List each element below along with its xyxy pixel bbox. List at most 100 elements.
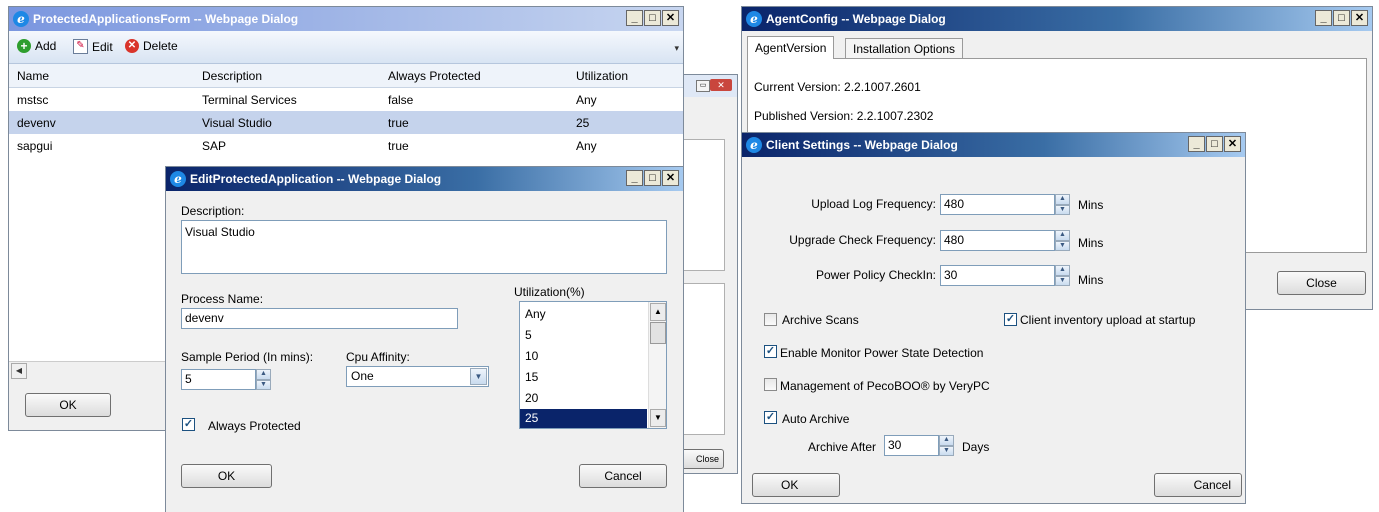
maximize-icon[interactable]: □ [1333, 10, 1350, 26]
toolbar-overflow-icon[interactable]: ▾ [674, 43, 679, 54]
toolbar: + Add ✎ Edit ✕ Delete ▾ [9, 31, 683, 64]
edit-cancel-button[interactable]: Cancel [579, 464, 667, 488]
sample-period-input[interactable]: 5 [181, 369, 256, 390]
list-item[interactable]: Any [520, 304, 653, 325]
upload-log-frequency-input[interactable]: 480 [940, 194, 1055, 215]
cell-name: mstsc [17, 92, 49, 107]
archive-after-spinner[interactable]: ▲ ▼ [939, 435, 954, 456]
list-item[interactable]: 5 [520, 325, 653, 346]
upgrade-check-frequency-input[interactable]: 480 [940, 230, 1055, 251]
client-inventory-checkbox[interactable]: ✓ [1004, 313, 1017, 326]
table-row-selected[interactable]: devenv Visual Studio true 25 [9, 111, 683, 134]
power-policy-checkin-spinner[interactable]: ▲ ▼ [1055, 265, 1070, 286]
table-row[interactable]: sapgui SAP true Any [9, 134, 683, 157]
edit-titlebar[interactable]: e EditProtectedApplication -- Webpage Di… [166, 167, 683, 191]
description-text: Visual Studio [185, 225, 255, 239]
client-cancel-button[interactable]: Cancel [1154, 473, 1242, 497]
add-button[interactable]: + Add [17, 39, 56, 53]
column-header-description[interactable]: Description [194, 64, 380, 88]
scroll-up-icon[interactable]: ▲ [650, 303, 666, 321]
background-close-icon[interactable]: ✕ [710, 79, 732, 91]
ie-icon: e [13, 11, 29, 27]
maximize-icon[interactable]: □ [644, 10, 661, 26]
minimize-icon[interactable]: _ [1188, 136, 1205, 152]
list-item[interactable]: 20 [520, 388, 653, 409]
column-header-always-protected[interactable]: Always Protected [380, 64, 568, 88]
protected-window-title: ProtectedApplicationsForm -- Webpage Dia… [33, 12, 299, 26]
add-label: Add [35, 39, 57, 53]
scroll-thumb[interactable] [650, 322, 666, 344]
table-header-row: Name Description Always Protected Utiliz… [9, 64, 683, 88]
close-icon[interactable]: ✕ [1351, 10, 1368, 26]
agent-close-button[interactable]: Close [1277, 271, 1366, 295]
upgrade-check-frequency-spinner[interactable]: ▲ ▼ [1055, 230, 1070, 251]
minimize-icon[interactable]: _ [626, 10, 643, 26]
maximize-icon[interactable]: □ [644, 170, 661, 186]
client-ok-button[interactable]: OK [752, 473, 840, 497]
agent-window-title: AgentConfig -- Webpage Dialog [766, 12, 946, 26]
description-textarea[interactable]: Visual Studio [181, 220, 667, 274]
listbox-scrollbar[interactable]: ▲ ▼ [648, 302, 666, 428]
delete-button[interactable]: ✕ Delete [125, 39, 178, 53]
archive-after-input[interactable]: 30 [884, 435, 939, 456]
list-item[interactable]: 10 [520, 346, 653, 367]
minimize-icon[interactable]: _ [1315, 10, 1332, 26]
cell-description: Terminal Services [202, 92, 297, 107]
process-name-input[interactable]: devenv [181, 308, 458, 329]
cell-description: SAP [202, 138, 227, 153]
sample-period-spinner[interactable]: ▲ ▼ [256, 369, 271, 390]
scroll-left-icon[interactable]: ◀ [11, 363, 27, 379]
always-protected-checkbox[interactable]: ✓ [182, 418, 195, 431]
archive-scans-label: Archive Scans [782, 313, 859, 327]
close-icon[interactable]: ✕ [1224, 136, 1241, 152]
table-row[interactable]: mstsc Terminal Services false Any [9, 88, 683, 112]
edit-application-dialog: e EditProtectedApplication -- Webpage Di… [165, 166, 684, 512]
chevron-down-icon[interactable]: ▼ [470, 368, 487, 385]
cell-name: devenv [17, 115, 56, 130]
enable-monitor-checkbox[interactable]: ✓ [764, 345, 777, 358]
edit-ok-button[interactable]: OK [181, 464, 272, 488]
edit-window-title: EditProtectedApplication -- Webpage Dial… [190, 172, 442, 186]
published-version: Published Version: 2.2.1007.2302 [754, 109, 934, 123]
utilization-label: Utilization(%) [514, 285, 585, 299]
client-titlebar[interactable]: e Client Settings -- Webpage Dialog _ □ … [742, 133, 1245, 157]
cell-always-protected: true [388, 138, 409, 153]
cpu-affinity-value: One [351, 369, 374, 383]
list-item[interactable]: 15 [520, 367, 653, 388]
client-window-title: Client Settings -- Webpage Dialog [766, 138, 958, 152]
cpu-affinity-select[interactable]: One ▼ [346, 366, 489, 387]
list-item-selected[interactable]: 25 [520, 409, 647, 428]
cell-name: sapgui [17, 138, 53, 153]
cell-utilization: Any [576, 92, 597, 107]
sample-period-label: Sample Period (In mins): [181, 350, 314, 364]
column-header-name[interactable]: Name [9, 64, 194, 88]
power-policy-checkin-input[interactable]: 30 [940, 265, 1055, 286]
client-inventory-label: Client inventory upload at startup [1020, 313, 1196, 327]
maximize-icon[interactable]: □ [1206, 136, 1223, 152]
current-version: Current Version: 2.2.1007.2601 [754, 80, 921, 94]
background-restore-icon[interactable]: ▭ [696, 80, 710, 92]
protected-titlebar[interactable]: e ProtectedApplicationsForm -- Webpage D… [9, 7, 683, 31]
close-icon[interactable]: ✕ [662, 170, 679, 186]
column-header-utilization[interactable]: Utilization [568, 64, 683, 88]
tab-installation-options[interactable]: Installation Options [845, 38, 964, 59]
utilization-listbox[interactable]: Any 5 10 15 20 25 ▲ ▼ [519, 301, 667, 429]
scroll-down-icon[interactable]: ▼ [650, 409, 666, 427]
archive-scans-checkbox[interactable] [764, 313, 777, 326]
upload-log-frequency-spinner[interactable]: ▲ ▼ [1055, 194, 1070, 215]
close-icon[interactable]: ✕ [662, 10, 679, 26]
tab-agent-version[interactable]: AgentVersion [747, 36, 835, 59]
protected-ok-button[interactable]: OK [25, 393, 111, 417]
management-checkbox[interactable] [764, 378, 777, 391]
ie-icon: e [170, 171, 186, 187]
background-close-button[interactable]: Close [684, 449, 724, 469]
minimize-icon[interactable]: _ [626, 170, 643, 186]
agent-titlebar[interactable]: e AgentConfig -- Webpage Dialog _ □ ✕ [742, 7, 1372, 31]
description-label: Description: [181, 204, 245, 218]
cpu-affinity-label: Cpu Affinity: [346, 350, 410, 364]
ie-icon: e [746, 137, 762, 153]
cell-description: Visual Studio [202, 115, 272, 130]
horizontal-scrollbar[interactable]: ◀ [9, 361, 184, 379]
edit-button[interactable]: ✎ Edit [73, 39, 113, 54]
auto-archive-checkbox[interactable]: ✓ [764, 411, 777, 424]
